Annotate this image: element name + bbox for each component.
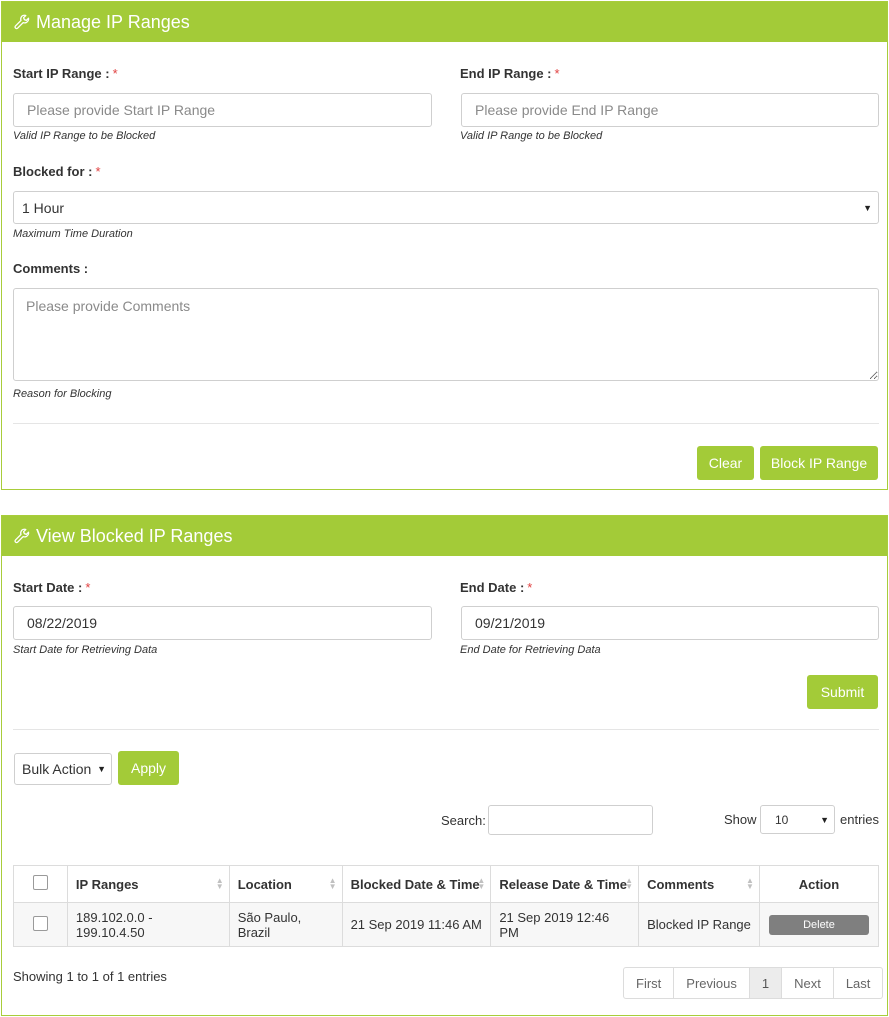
- blocked-ip-table: IP Ranges ▲ ▼ Location ▲ ▼ Blocked Date & Ti…: [13, 865, 880, 947]
- end-date-input[interactable]: [461, 606, 879, 640]
- sort-icon: ▲ ▼: [477, 876, 486, 891]
- required-mark: *: [112, 66, 118, 81]
- start-date-input[interactable]: [13, 606, 432, 640]
- end-date-help: End Date for Retrieving Data: [460, 644, 601, 656]
- pagination: First Previous 1 Next Last: [623, 967, 884, 999]
- comments-textarea[interactable]: [13, 288, 879, 381]
- required-mark: *: [95, 164, 101, 179]
- wrench-icon: [14, 528, 30, 544]
- required-mark: *: [85, 580, 91, 595]
- table-header-row: IP Ranges ▲ ▼ Location ▲ ▼ Blocked Date & Ti…: [13, 865, 880, 903]
- blocked-for-label: Blocked for : *: [13, 164, 101, 179]
- sort-icon: ▲ ▼: [746, 876, 754, 891]
- column-header-action: Action: [758, 865, 880, 903]
- end-ip-label: End IP Range : *: [460, 66, 560, 81]
- delete-button[interactable]: Delete: [768, 914, 869, 935]
- required-mark: *: [527, 580, 533, 595]
- view-blocked-ip-ranges-panel: View Blocked IP Ranges Start Date :* Sta…: [1, 515, 888, 1016]
- column-header-ip-ranges[interactable]: IP Ranges ▲ ▼: [66, 865, 230, 903]
- blocked-for-help: Maximum Time Duration: [13, 228, 133, 240]
- start-ip-label: Start IP Range : *: [13, 66, 118, 81]
- bulk-action-select[interactable]: Bulk Action ▼: [14, 753, 112, 785]
- bulk-action-value: Bulk Action: [22, 761, 92, 777]
- view-panel-title: View Blocked IP Ranges: [36, 525, 233, 546]
- row-select-cell: [13, 902, 68, 947]
- end-ip-input[interactable]: [461, 93, 879, 127]
- start-ip-input[interactable]: [13, 93, 432, 127]
- column-header-location[interactable]: Location ▲ ▼: [228, 865, 343, 903]
- column-header-comments[interactable]: Comments ▲ ▼: [638, 865, 760, 903]
- blocked-for-select[interactable]: 1 Hour ▼: [13, 191, 879, 224]
- manage-panel-header: Manage IP Ranges: [2, 2, 887, 42]
- clear-button[interactable]: Clear: [697, 446, 754, 480]
- show-label: Show: [724, 812, 757, 827]
- required-mark: *: [554, 66, 560, 81]
- view-panel-header: View Blocked IP Ranges: [2, 516, 887, 556]
- wrench-icon: [14, 14, 30, 30]
- end-date-label: End Date : *: [460, 580, 533, 595]
- search-input[interactable]: [488, 805, 653, 835]
- search-label: Search:: [441, 813, 486, 828]
- start-date-label: Start Date : *: [13, 580, 91, 595]
- start-date-help: Start Date for Retrieving Data: [13, 644, 158, 656]
- release-date-cell: 21 Sep 2019 12:46 PM: [490, 902, 640, 947]
- sort-icon: ▲ ▼: [215, 876, 224, 891]
- column-header-blocked-date[interactable]: Blocked Date & Time ▲ ▼: [341, 865, 492, 903]
- start-ip-help: Valid IP Range to be Blocked: [13, 130, 156, 142]
- location-cell: São Paulo, Brazil: [228, 902, 343, 947]
- comments-label: Comments :: [13, 261, 89, 276]
- pager-last[interactable]: Last: [834, 968, 883, 998]
- caret-down-icon: ▼: [97, 764, 106, 774]
- pager-page-1[interactable]: 1: [749, 968, 783, 998]
- apply-button[interactable]: Apply: [118, 751, 179, 785]
- ip-range-cell: 189.102.0.0 - 199.10.4.50: [66, 902, 230, 947]
- block-ip-range-button[interactable]: Block IP Range: [760, 446, 878, 480]
- entries-label: entries: [840, 812, 880, 827]
- select-all-checkbox[interactable]: [32, 875, 48, 890]
- manage-ip-ranges-panel: Manage IP Ranges Start IP Range :* Valid…: [1, 1, 888, 490]
- column-header-release-date[interactable]: Release Date & Time ▲ ▼: [490, 865, 640, 903]
- showing-info: Showing 1 to 1 of 1 entries: [13, 969, 167, 984]
- show-entries-value: 10: [775, 812, 789, 827]
- action-cell: Delete: [758, 902, 880, 947]
- pager-first[interactable]: First: [624, 968, 675, 998]
- blocked-for-value: 1 Hour: [22, 199, 65, 216]
- show-entries-select[interactable]: 10 ▼: [760, 805, 835, 834]
- comments-cell: Blocked IP Range: [638, 902, 760, 947]
- row-checkbox[interactable]: [32, 915, 48, 931]
- manage-panel-title: Manage IP Ranges: [36, 11, 190, 32]
- divider: [13, 423, 879, 424]
- caret-down-icon: ▼: [863, 202, 872, 213]
- select-all-header: [13, 865, 68, 903]
- comments-help: Reason for Blocking: [13, 388, 112, 400]
- blocked-date-cell: 21 Sep 2019 11:46 AM: [341, 902, 492, 947]
- sort-icon: ▲ ▼: [328, 876, 337, 891]
- submit-button[interactable]: Submit: [807, 675, 878, 709]
- pager-next[interactable]: Next: [782, 968, 834, 998]
- end-ip-help: Valid IP Range to be Blocked: [460, 130, 603, 142]
- divider: [13, 729, 879, 730]
- sort-icon: ▲ ▼: [625, 876, 634, 891]
- table-row: 189.102.0.0 - 199.10.4.50 São Paulo, Bra…: [13, 902, 880, 947]
- pager-previous[interactable]: Previous: [674, 968, 750, 998]
- caret-down-icon: ▼: [820, 814, 829, 825]
